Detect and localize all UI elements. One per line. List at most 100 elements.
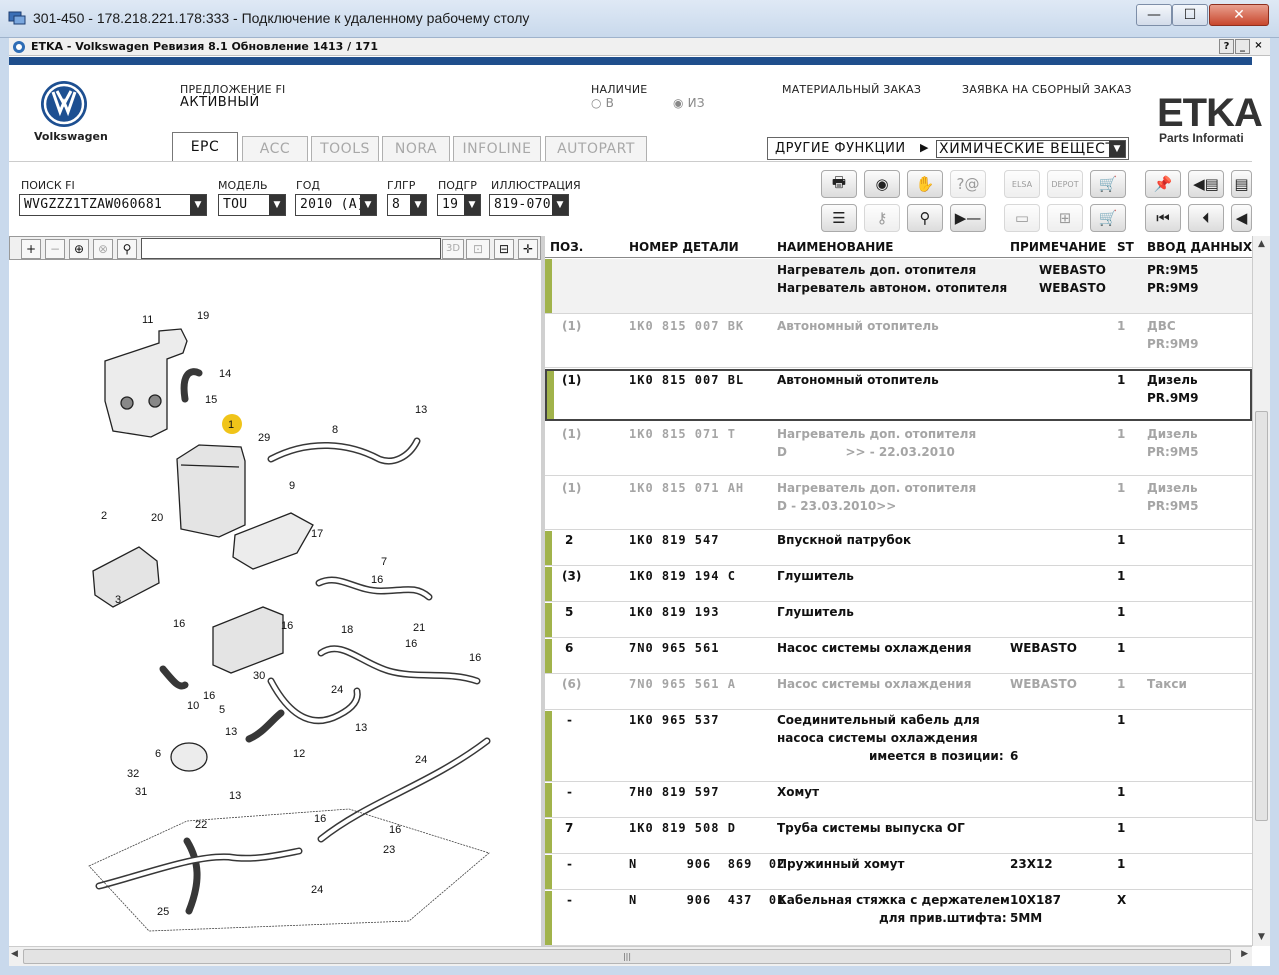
help-question-icon: ?@ — [956, 175, 980, 193]
col-data-entry[interactable]: ВВОД ДАННЫХ — [1147, 240, 1252, 254]
row-pos: - — [567, 857, 572, 871]
vertical-scrollbar[interactable]: ▲ ▼ — [1252, 236, 1270, 946]
podgr-select[interactable]: 19 ▼ — [437, 194, 481, 216]
cart-button[interactable]: 🛒 — [1090, 204, 1126, 232]
scroll-right-icon[interactable]: ▶ — [1241, 949, 1248, 959]
tab-autopart[interactable]: AUTOPART — [545, 136, 647, 161]
elsa-button[interactable]: ELSA — [1004, 170, 1040, 198]
close-button[interactable]: ✕ — [1209, 4, 1269, 26]
prev-button[interactable]: ⏴ — [1188, 204, 1224, 232]
table-row[interactable]: 6 7N0 965 561 Насос системы охлаждения W… — [545, 639, 1252, 674]
print-button[interactable]: 🖶 — [821, 170, 857, 198]
availability-iz-radio[interactable]: ◉ ИЗ — [673, 96, 705, 110]
table-row[interactable]: - 1K0 965 537 Соединительный кабель для … — [545, 711, 1252, 782]
model-select[interactable]: TOU ▼ — [218, 194, 286, 216]
cart-down-button[interactable]: 🛒 — [1090, 170, 1126, 198]
tab-acc[interactable]: ACC — [242, 136, 308, 161]
other-functions-select[interactable]: ХИМИЧЕСКИЕ ВЕЩЕСТВА ▼ — [936, 140, 1126, 158]
col-note[interactable]: ПРИМЕЧАНИЕ — [1010, 240, 1106, 254]
glgr-select[interactable]: 8 ▼ — [387, 194, 427, 216]
zoom-reset-button[interactable]: ⊗ — [93, 239, 113, 259]
chevron-down-icon[interactable]: ▼ — [464, 195, 480, 215]
row-pos: (1) — [562, 373, 582, 387]
material-order-link[interactable]: МАТЕРИАЛЬНЫЙ ЗАКАЗ — [782, 83, 921, 96]
back-button[interactable]: ◀ — [1231, 204, 1252, 232]
minimize-button[interactable]: — — [1136, 4, 1172, 26]
fi-status: АКТИВНЫЙ — [180, 95, 260, 110]
chevron-down-icon[interactable]: ▼ — [552, 195, 568, 215]
chevron-down-icon[interactable]: ▼ — [1109, 141, 1125, 157]
org-button[interactable]: ⊞ — [1047, 204, 1083, 232]
image-search-input[interactable] — [141, 238, 441, 259]
tab-tools[interactable]: TOOLS — [311, 136, 379, 161]
image-search-button[interactable]: ⚲ — [117, 239, 137, 259]
other-functions-label[interactable]: ДРУГИЕ ФУНКЦИИ — [775, 141, 906, 156]
monitor-button[interactable]: ▭ — [1004, 204, 1040, 232]
chevron-down-icon[interactable]: ▼ — [410, 195, 426, 215]
cd-button[interactable]: ◉ — [864, 170, 900, 198]
chevron-down-icon[interactable]: ▼ — [190, 195, 206, 215]
first-button[interactable]: ⏮ — [1145, 204, 1181, 232]
maximize-button[interactable]: ☐ — [1172, 4, 1208, 26]
table-row[interactable]: (1) 1K0 815 007 BK Автономный отопитель … — [545, 315, 1252, 368]
tab-nora[interactable]: NORA — [382, 136, 450, 161]
page-button[interactable]: ▤ — [1231, 170, 1252, 198]
zoom-fit-button[interactable]: ⊕ — [69, 239, 89, 259]
col-part-number[interactable]: НОМЕР ДЕТАЛИ — [629, 240, 739, 254]
table-row[interactable]: - N 906 869 02 Пружинный хомут 23X12 1 — [545, 855, 1252, 890]
handshake-button[interactable]: ✋ — [907, 170, 943, 198]
table-row[interactable]: (1) 1K0 815 071 AH Нагреватель доп. отоп… — [545, 477, 1252, 530]
help-button[interactable]: ? — [1219, 39, 1234, 54]
list-button[interactable]: ☰ — [821, 204, 857, 232]
search-fi-select[interactable]: WVGZZZ1TZAW060681 ▼ — [19, 194, 207, 216]
table-row[interactable]: 2 1K0 819 547 Впускной патрубок 1 — [545, 531, 1252, 566]
table-row[interactable]: Нагреватель доп. отопителя Нагреватель а… — [545, 259, 1252, 314]
key-button[interactable]: ⚷ — [864, 204, 900, 232]
col-pos[interactable]: ПОЗ. — [550, 240, 583, 254]
flow-button[interactable]: ⊡ — [466, 239, 490, 259]
availability-v-radio[interactable]: ○ В — [591, 96, 614, 110]
table-row[interactable]: (6) 7N0 965 561 A Насос системы охлажден… — [545, 675, 1252, 710]
tab-infoline[interactable]: INFOLINE — [453, 136, 541, 161]
pin-button[interactable]: 📌 — [1145, 170, 1181, 198]
horizontal-scroll-thumb[interactable]: ||| — [23, 949, 1231, 964]
bicycle-button[interactable]: ⚲ — [907, 204, 943, 232]
assembly-order-link[interactable]: ЗАЯВКА НА СБОРНЫЙ ЗАКАЗ — [962, 83, 1132, 96]
parts-diagram[interactable]: 1 11 19 14 15 29 8 13 9 17 2 20 3 7 16 1… — [9, 261, 541, 946]
col-name[interactable]: НАИМЕНОВАНИЕ — [777, 240, 893, 254]
row-name: Автономный отопитель — [777, 373, 939, 387]
zoom-out-button[interactable]: − — [45, 239, 65, 259]
illustration-select[interactable]: 819-070 ▼ — [489, 194, 569, 216]
chevron-down-icon[interactable]: ▼ — [360, 195, 376, 215]
page-icon: ▤ — [1234, 175, 1249, 193]
table-row[interactable]: - N 906 437 01 Кабельная стяжка с держат… — [545, 891, 1252, 946]
scroll-up-icon[interactable]: ▲ — [1253, 236, 1270, 253]
layout-button[interactable]: ⊟ — [494, 239, 514, 259]
page-back-button[interactable]: ◀▤ — [1188, 170, 1224, 198]
row-name: Соединительный кабель для — [777, 713, 980, 727]
vertical-scroll-thumb[interactable] — [1255, 411, 1268, 821]
parts-diagram-svg[interactable]: 1 11 19 14 15 29 8 13 9 17 2 20 3 7 16 1… — [9, 261, 541, 946]
zoom-in-button[interactable]: + — [21, 239, 41, 259]
table-row[interactable]: 5 1K0 819 193 Глушитель 1 — [545, 603, 1252, 638]
callout-7: 7 — [381, 556, 387, 568]
depot-button[interactable]: DEPOT — [1047, 170, 1083, 198]
crosshair-button[interactable]: ✛ — [518, 239, 538, 259]
table-row[interactable]: (3) 1K0 819 194 C Глушитель 1 — [545, 567, 1252, 602]
table-row-selected[interactable]: (1) 1K0 815 007 BL Автономный отопитель … — [545, 369, 1252, 421]
table-row[interactable]: - 7H0 819 597 Хомут 1 — [545, 783, 1252, 818]
scroll-down-icon[interactable]: ▼ — [1253, 929, 1270, 946]
col-st[interactable]: ST — [1117, 240, 1134, 254]
scroll-left-icon[interactable]: ◀ — [11, 949, 18, 959]
table-row[interactable]: (1) 1K0 815 071 T Нагреватель доп. отопи… — [545, 423, 1252, 476]
table-row[interactable]: 7 1K0 819 508 D Труба системы выпуска ОГ… — [545, 819, 1252, 854]
tab-epc[interactable]: EPC — [172, 132, 238, 162]
play-minus-button[interactable]: ▶— — [950, 204, 986, 232]
horizontal-scrollbar[interactable]: ◀ ||| ▶ — [9, 946, 1252, 966]
app-close-button[interactable]: × — [1251, 39, 1266, 54]
chevron-down-icon[interactable]: ▼ — [269, 195, 285, 215]
help-question-button[interactable]: ?@ — [950, 170, 986, 198]
year-select[interactable]: 2010 (A) ▼ — [295, 194, 377, 216]
three-d-button[interactable]: 3D — [442, 239, 464, 259]
app-minimize-button[interactable]: _ — [1235, 39, 1250, 54]
